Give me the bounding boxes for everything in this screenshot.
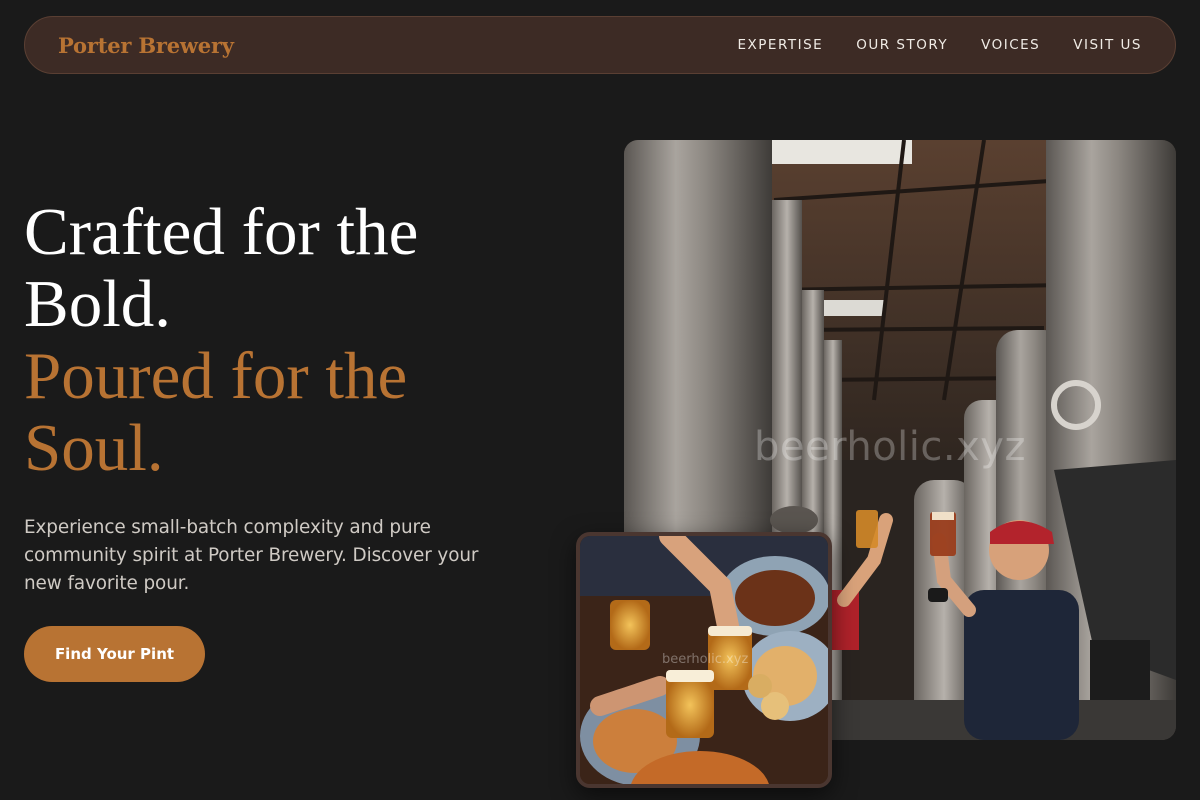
headline-line-2: Bold. bbox=[24, 267, 172, 341]
brand-logo[interactable]: Porter Brewery bbox=[58, 33, 234, 58]
page: Porter Brewery EXPERTISE OUR STORY VOICE… bbox=[0, 0, 1200, 800]
headline-accent-line-2: Soul. bbox=[24, 411, 164, 485]
nav-link-visit-us[interactable]: VISIT US bbox=[1073, 37, 1142, 53]
hero-headline: Crafted for the Bold. Poured for the Sou… bbox=[24, 196, 544, 484]
nav-link-voices[interactable]: VOICES bbox=[981, 37, 1040, 53]
beer-cheers-illustration bbox=[580, 536, 828, 784]
hero-section: Crafted for the Bold. Poured for the Sou… bbox=[24, 196, 544, 682]
nav-link-expertise[interactable]: EXPERTISE bbox=[738, 37, 824, 53]
nav-links: EXPERTISE OUR STORY VOICES VISIT US bbox=[738, 37, 1142, 53]
navbar: Porter Brewery EXPERTISE OUR STORY VOICE… bbox=[24, 16, 1176, 74]
hero-subtext: Experience small-batch complexity and pu… bbox=[24, 517, 479, 594]
headline-accent-line-1: Poured for the bbox=[24, 339, 408, 413]
nav-link-our-story[interactable]: OUR STORY bbox=[856, 37, 948, 53]
beer-cheers-photo: beerholic.xyz bbox=[576, 532, 832, 788]
find-your-pint-button[interactable]: Find Your Pint bbox=[24, 626, 205, 682]
headline-line-1: Crafted for the bbox=[24, 195, 419, 269]
